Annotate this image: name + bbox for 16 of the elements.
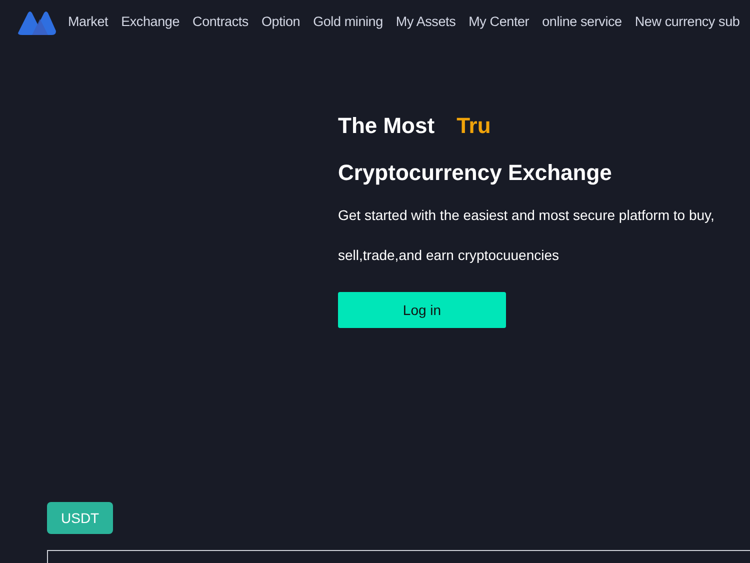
logo-icon[interactable] xyxy=(18,10,56,34)
nav-link[interactable]: online service xyxy=(542,12,622,33)
nav-link[interactable]: Gold mining xyxy=(313,12,383,33)
nav-link[interactable]: Exchange xyxy=(121,12,180,33)
nav-link[interactable]: My Assets xyxy=(396,12,456,33)
nav-link[interactable]: My Center xyxy=(468,12,530,33)
nav-link[interactable]: Option xyxy=(262,12,300,33)
nav-link[interactable]: New currency sub xyxy=(634,12,740,33)
headline-highlight: Tru xyxy=(456,112,491,140)
tagline-text: Get started with the easiest and most secure platform to buy, xyxy=(338,206,716,225)
headline-text: Cryptocurrency Exchange xyxy=(338,159,613,187)
tagline-text: sell,trade,and earn cryptocuuencies xyxy=(338,246,560,265)
login-button[interactable]: Log in xyxy=(338,292,506,328)
headline-text: The Most xyxy=(338,112,435,140)
nav-link[interactable]: Contracts xyxy=(192,12,248,33)
nav-link[interactable]: Market xyxy=(68,12,108,33)
